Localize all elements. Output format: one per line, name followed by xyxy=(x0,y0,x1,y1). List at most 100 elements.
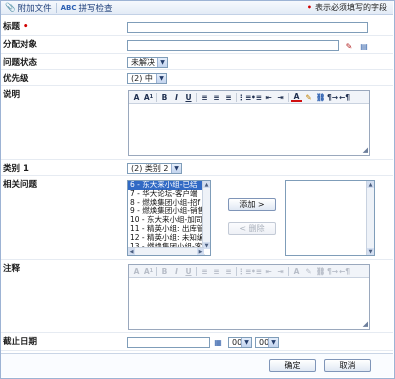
description-textarea[interactable]: ◢ xyxy=(129,104,369,155)
underline-icon[interactable]: U xyxy=(183,266,194,276)
priority-row: 优先级 (2) 中 ▼ xyxy=(1,70,393,86)
editor-toolbar: A A1 B I U ≡ ≡ ≡ ⋮≡ •≡ ⇤ ⇥ A ✎ ⛓ ¶→ ←¶ xyxy=(129,265,369,278)
highlight-icon[interactable]: ✎ xyxy=(303,92,314,102)
available-issues-items: 6 - 东大来小组-已结 7 - 华大论坛-客户端 8 - 燃焕集团小组-招f 9 -… xyxy=(128,181,210,255)
comments-row: 注释 A A1 B I U ≡ ≡ ≡ ⋮≡ •≡ ⇤ ⇥ A ✎ ⛓ ¶→ ←… xyxy=(1,260,393,333)
status-select[interactable]: 未解决 ▼ xyxy=(127,57,168,68)
underline-icon[interactable]: U xyxy=(183,92,194,102)
editor-divider xyxy=(288,266,289,276)
scroll-down-icon[interactable]: ▼ xyxy=(367,248,374,255)
priority-value: (2) 中 xyxy=(131,74,153,83)
ltr-direction-icon[interactable]: ¶→ xyxy=(327,266,338,276)
align-left-icon[interactable]: ≡ xyxy=(199,92,210,102)
chevron-down-icon: ▼ xyxy=(156,74,166,83)
scroll-down-icon[interactable]: ▼ xyxy=(203,242,210,249)
hour-select[interactable]: 00: ▼ xyxy=(228,337,252,348)
priority-select[interactable]: (2) 中 ▼ xyxy=(127,73,167,84)
scroll-left-icon[interactable]: ◀ xyxy=(128,248,135,255)
font-name-icon[interactable]: A xyxy=(131,266,142,276)
add-related-button[interactable]: 添加 > xyxy=(228,198,276,211)
minute-select[interactable]: 00 ▼ xyxy=(255,337,279,348)
ok-button[interactable]: 确定 xyxy=(269,359,316,372)
category-row: 类别 1 (2) 类别 2 ▼ xyxy=(1,160,393,176)
insert-link-icon[interactable]: ⛓ xyxy=(315,92,326,102)
required-note-text: 表示必须填写的字段 xyxy=(315,3,387,12)
numbered-list-icon[interactable]: ⋮≡ xyxy=(238,266,252,276)
font-name-icon[interactable]: A xyxy=(131,92,142,102)
font-size-icon[interactable]: A1 xyxy=(143,92,154,102)
due-date-input[interactable] xyxy=(127,337,210,348)
align-left-icon[interactable]: ≡ xyxy=(199,266,210,276)
vertical-scrollbar[interactable]: ▲ ▼ xyxy=(366,181,374,255)
due-date-row: 截止日期 ▦ 00: ▼ 00 ▼ xyxy=(1,333,393,351)
dialog-footer: 确定 取消 xyxy=(1,353,393,377)
scroll-right-icon[interactable]: ▶ xyxy=(197,248,204,255)
required-marker-icon: • xyxy=(23,22,29,32)
priority-label: 优先级 xyxy=(3,74,29,84)
outdent-icon[interactable]: ⇤ xyxy=(263,92,274,102)
bullet-list-icon[interactable]: •≡ xyxy=(251,92,262,102)
bullet-list-icon[interactable]: •≡ xyxy=(251,266,262,276)
align-center-icon[interactable]: ≡ xyxy=(211,92,222,102)
available-issues-list[interactable]: 6 - 东大来小组-已结 7 - 华大论坛-客户端 8 - 燃焕集团小组-招f 9 -… xyxy=(127,180,211,256)
description-label: 说明 xyxy=(3,90,21,100)
editor-divider xyxy=(156,266,157,276)
insert-link-icon[interactable]: ⛓ xyxy=(315,266,326,276)
italic-icon[interactable]: I xyxy=(171,92,182,102)
title-input[interactable] xyxy=(127,22,368,33)
align-right-icon[interactable]: ≡ xyxy=(223,266,234,276)
title-row: 标题 • xyxy=(1,18,393,36)
outdent-icon[interactable]: ⇤ xyxy=(263,266,274,276)
ltr-direction-icon[interactable]: ¶→ xyxy=(327,92,338,102)
assign-label: 分配对象 xyxy=(3,40,38,50)
spellcheck-icon: ABC xyxy=(60,3,77,12)
spell-check-label: 拼写检查 xyxy=(78,3,113,14)
indent-icon[interactable]: ⇥ xyxy=(275,92,286,102)
remove-related-button[interactable]: < 删除 xyxy=(228,222,276,235)
related-row: 相关问题 6 - 东大来小组-已结 7 - 华大论坛-客户端 8 - 燃焕集团小组-… xyxy=(1,176,393,260)
calendar-icon[interactable]: ▦ xyxy=(212,337,224,347)
select-user-icon[interactable]: ✎ xyxy=(343,41,355,51)
assign-input[interactable] xyxy=(127,40,339,51)
vertical-scrollbar[interactable]: ▲ ▼ xyxy=(202,181,210,249)
scroll-up-icon[interactable]: ▲ xyxy=(367,181,374,188)
due-date-label: 截止日期 xyxy=(3,337,38,347)
font-color-icon[interactable]: A xyxy=(291,92,302,102)
status-value: 未解决 xyxy=(131,58,155,67)
category-select[interactable]: (2) 类别 2 ▼ xyxy=(127,163,182,174)
numbered-list-icon[interactable]: ⋮≡ xyxy=(238,92,252,102)
editor-divider xyxy=(156,92,157,102)
align-center-icon[interactable]: ≡ xyxy=(211,266,222,276)
cancel-button[interactable]: 取消 xyxy=(324,359,371,372)
spell-check-button[interactable]: ABC 拼写检查 xyxy=(57,1,117,15)
font-size-icon[interactable]: A1 xyxy=(143,266,154,276)
attach-file-label: 附加文件 xyxy=(17,3,52,14)
form-toolbar: 📎 附加文件 ABC 拼写检查 • 表示必须填写的字段 xyxy=(1,1,393,15)
highlight-icon[interactable]: ✎ xyxy=(303,266,314,276)
comments-textarea[interactable]: ◢ xyxy=(129,278,369,329)
bold-icon[interactable]: B xyxy=(159,92,170,102)
editor-divider xyxy=(196,92,197,102)
category-label: 类别 1 xyxy=(3,164,29,174)
scroll-up-icon[interactable]: ▲ xyxy=(203,181,210,188)
horizontal-scrollbar[interactable]: ◀ ▶ xyxy=(128,247,204,255)
indent-icon[interactable]: ⇥ xyxy=(275,266,286,276)
comments-label: 注释 xyxy=(3,264,21,274)
chevron-down-icon: ▼ xyxy=(241,338,251,347)
status-label: 问题状态 xyxy=(3,58,38,68)
editor-divider xyxy=(288,92,289,102)
align-right-icon[interactable]: ≡ xyxy=(223,92,234,102)
required-field-note: • 表示必须填写的字段 xyxy=(307,2,393,13)
status-row: 问题状态 未解决 ▼ xyxy=(1,54,393,70)
font-color-icon[interactable]: A xyxy=(291,266,302,276)
attach-file-button[interactable]: 📎 附加文件 xyxy=(1,1,56,15)
resize-grip-icon[interactable]: ◢ xyxy=(363,146,368,154)
rtl-direction-icon[interactable]: ←¶ xyxy=(339,266,350,276)
related-label: 相关问题 xyxy=(3,180,38,190)
address-book-icon[interactable]: ▤ xyxy=(358,41,370,51)
selected-issues-list[interactable]: ▲ ▼ xyxy=(285,180,375,256)
italic-icon[interactable]: I xyxy=(171,266,182,276)
resize-grip-icon[interactable]: ◢ xyxy=(363,320,368,328)
bold-icon[interactable]: B xyxy=(159,266,170,276)
rtl-direction-icon[interactable]: ←¶ xyxy=(339,92,350,102)
